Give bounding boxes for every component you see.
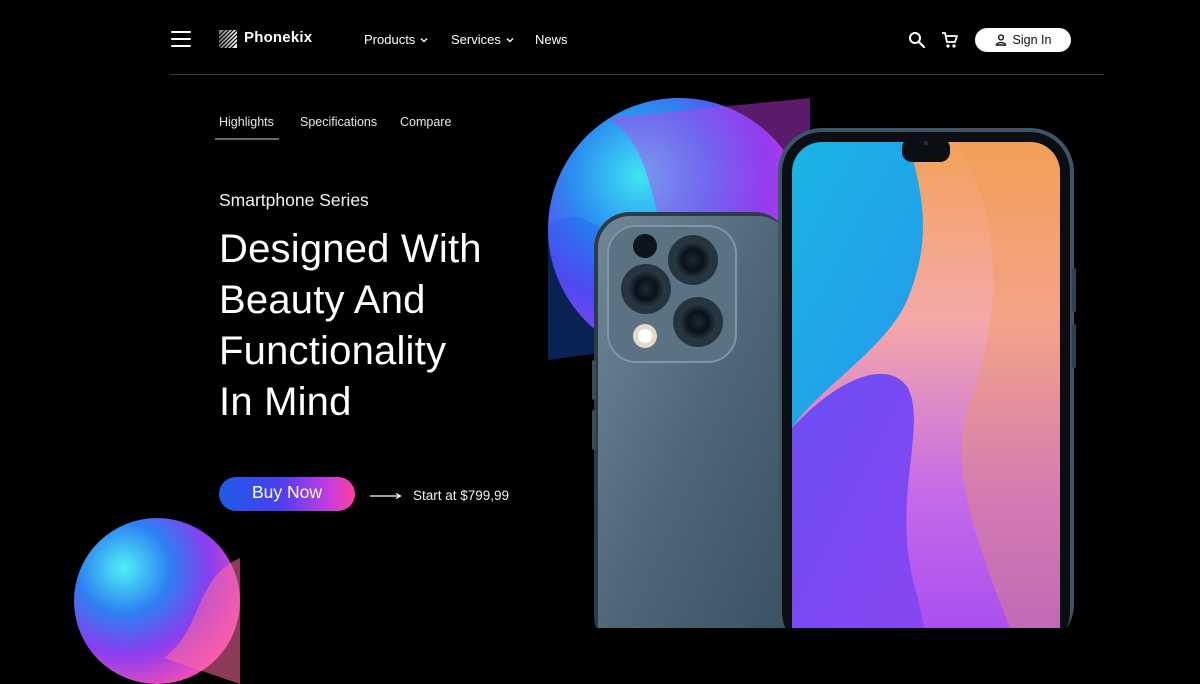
cart-icon[interactable] — [941, 31, 959, 49]
search-icon[interactable] — [908, 31, 926, 49]
user-icon — [995, 34, 1006, 46]
nav-products[interactable]: Products — [364, 32, 429, 47]
brand-name[interactable]: Phonekix — [244, 29, 312, 46]
hero-headline: Designed With Beauty And Functionality I… — [219, 224, 549, 428]
arrow-right-icon — [370, 492, 402, 500]
headline-line: Beauty And — [219, 278, 426, 322]
header-divider — [170, 74, 1104, 75]
headline-line: Functionality — [219, 329, 447, 373]
menu-icon[interactable] — [171, 31, 191, 47]
nav-services-label: Services — [451, 32, 501, 47]
hero-eyebrow: Smartphone Series — [219, 190, 369, 210]
tab-highlights[interactable]: Highlights — [219, 115, 274, 129]
phone-front-image — [778, 128, 1076, 628]
headline-line: Designed With — [219, 227, 482, 271]
chevron-down-icon — [506, 37, 514, 42]
sign-in-button[interactable]: Sign In — [975, 28, 1071, 52]
nav-services[interactable]: Services — [451, 32, 515, 47]
nav-news[interactable]: News — [535, 32, 568, 47]
nav-products-label: Products — [364, 32, 416, 47]
chevron-down-icon — [420, 37, 428, 42]
sign-in-label: Sign In — [1012, 33, 1052, 47]
gradient-orb-small — [74, 518, 240, 684]
price-text: Start at $799,99 — [413, 488, 510, 503]
phone-back-image — [592, 212, 790, 628]
tab-specifications[interactable]: Specifications — [300, 115, 377, 129]
active-tab-indicator — [215, 138, 279, 140]
headline-line: In Mind — [219, 380, 352, 424]
brand-logo-icon — [219, 30, 237, 48]
nav-news-label: News — [535, 32, 568, 47]
buy-now-button[interactable]: Buy Now — [219, 477, 355, 511]
tab-compare[interactable]: Compare — [400, 115, 451, 129]
